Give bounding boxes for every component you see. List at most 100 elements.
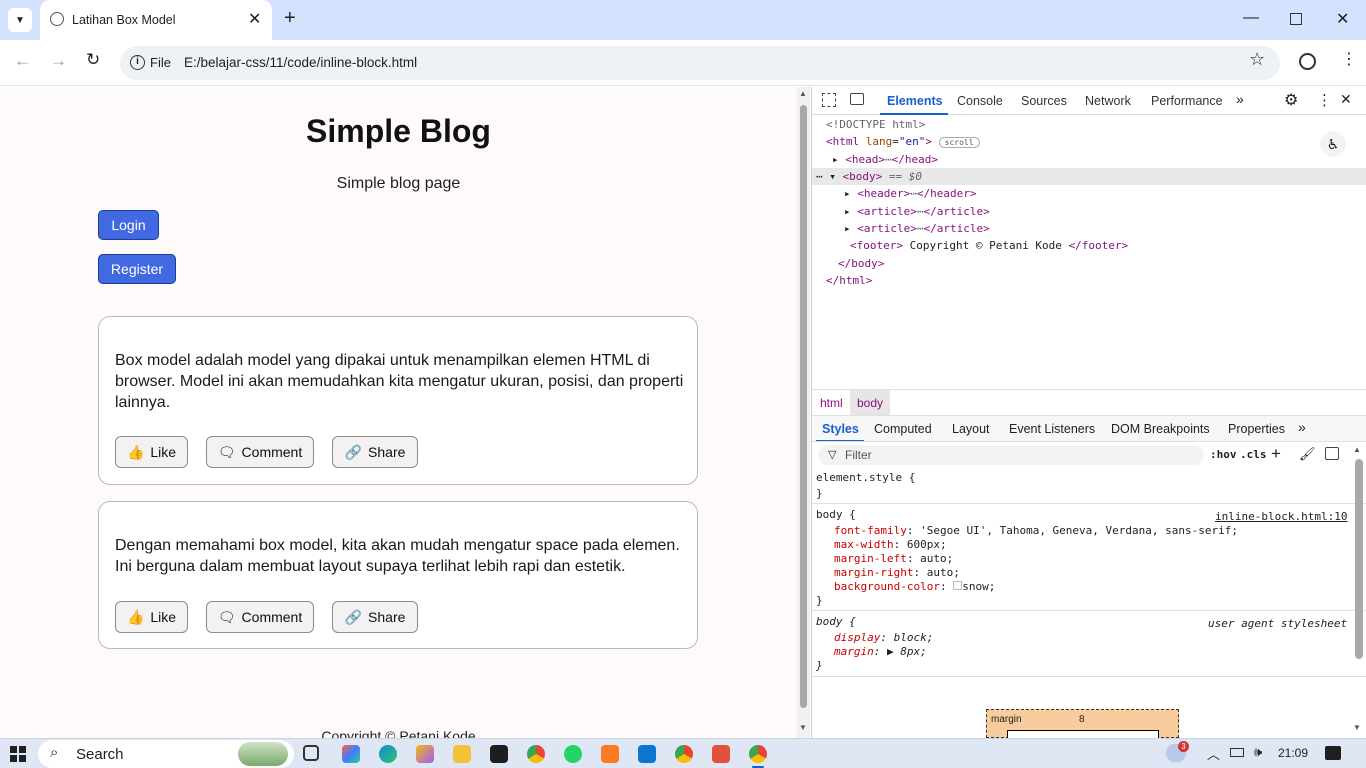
- kebab-icon[interactable]: ⋮: [1317, 91, 1332, 109]
- breadcrumb-html[interactable]: html: [820, 396, 843, 410]
- url-text[interactable]: E:/belajar-css/11/code/inline-block.html: [184, 55, 417, 70]
- new-rule-icon[interactable]: +: [1271, 444, 1281, 464]
- browser-tab[interactable]: Latihan Box Model ✕: [40, 0, 272, 40]
- active-tab-underline: [880, 113, 948, 115]
- globe-icon: [50, 12, 64, 26]
- comment-button[interactable]: 🗨 Comment: [206, 601, 314, 633]
- whatsapp-icon[interactable]: [564, 745, 582, 763]
- body-line[interactable]: ⋯ ▾ <body> == $0: [816, 168, 922, 185]
- gear-icon[interactable]: ⚙: [1284, 90, 1298, 110]
- page-title: Simple Blog: [306, 113, 491, 149]
- sidebar-toggle-icon[interactable]: [1325, 447, 1339, 460]
- taskbar-search[interactable]: ⌕ Search: [38, 740, 294, 768]
- comment-button[interactable]: 🗨 Comment: [206, 436, 314, 468]
- rule2-selector: body {: [816, 615, 856, 628]
- accessibility-icon[interactable]: ♿: [1320, 131, 1346, 157]
- login-button[interactable]: Login: [98, 210, 159, 240]
- chrome-icon[interactable]: [527, 745, 545, 763]
- clock[interactable]: 21:09: [1278, 746, 1308, 760]
- close-window-icon[interactable]: ✕: [1336, 9, 1349, 29]
- html-close-line: </html>: [826, 274, 873, 287]
- page-scrollbar[interactable]: ▲ ▼: [797, 87, 810, 738]
- chevron-up-icon[interactable]: ︿: [1207, 744, 1220, 763]
- article-line[interactable]: ▸ <article>⋯</article>: [844, 203, 990, 220]
- notification-center-icon[interactable]: [1325, 746, 1341, 760]
- styles-scroll-up-icon[interactable]: ▲: [1353, 445, 1361, 454]
- tab-network[interactable]: Network: [1085, 94, 1131, 108]
- device-toggle-icon[interactable]: [850, 93, 864, 105]
- subtab-event-listeners[interactable]: Event Listeners: [1009, 422, 1095, 436]
- thumbs-up-icon: 👍: [126, 443, 145, 460]
- article-text: Dengan memahami box model, kita akan mud…: [115, 537, 680, 575]
- scroll-thumb[interactable]: [800, 105, 807, 708]
- battery-icon[interactable]: [1230, 748, 1244, 757]
- html-line[interactable]: <html lang="en"> scroll: [826, 133, 980, 151]
- header-line[interactable]: ▸ <header>⋯</header>: [844, 185, 976, 202]
- file-explorer-icon[interactable]: [453, 745, 471, 763]
- filter-input[interactable]: ▽ Filter: [818, 445, 1204, 465]
- scroll-down-icon[interactable]: ▼: [799, 723, 807, 732]
- reload-icon[interactable]: ↻: [86, 50, 100, 70]
- styles-scroll-down-icon[interactable]: ▼: [1353, 723, 1361, 732]
- star-icon[interactable]: ☆: [1249, 49, 1265, 70]
- register-button[interactable]: Register: [98, 254, 176, 284]
- restore-icon[interactable]: [1290, 13, 1302, 25]
- subtab-computed[interactable]: Computed: [874, 422, 932, 436]
- breadcrumb-body[interactable]: body: [850, 390, 891, 415]
- figma-icon[interactable]: [490, 745, 508, 763]
- tab-search-button[interactable]: ▼: [8, 8, 32, 32]
- copilot-icon[interactable]: [342, 745, 360, 763]
- address-bar[interactable]: i File E:/belajar-css/11/code/inline-blo…: [120, 46, 1280, 80]
- page-subtitle: Simple blog page: [336, 175, 461, 192]
- xampp-icon[interactable]: [601, 745, 619, 763]
- page-footer: Copyright © Petani Kode: [321, 728, 476, 738]
- share-icon: 🔗: [344, 443, 363, 460]
- head-line[interactable]: ▸ <head>⋯</head>: [832, 151, 938, 168]
- color-swatch[interactable]: [953, 581, 963, 590]
- like-button[interactable]: 👍 Like: [115, 601, 188, 633]
- tab-elements[interactable]: Elements: [887, 94, 943, 108]
- devtools-toolbar: Elements Console Sources Network Perform…: [812, 87, 1366, 115]
- new-tab-icon[interactable]: +: [284, 7, 296, 30]
- chrome-active-icon[interactable]: [749, 745, 767, 763]
- subtab-layout[interactable]: Layout: [952, 422, 990, 436]
- close-tab-icon[interactable]: ✕: [248, 9, 261, 29]
- subtab-dom-breakpoints[interactable]: DOM Breakpoints: [1111, 422, 1210, 436]
- inspect-icon[interactable]: [822, 93, 836, 107]
- footer-line[interactable]: <footer> Copyright © Petani Kode </foote…: [850, 237, 1128, 254]
- app-icon[interactable]: [712, 745, 730, 763]
- tab-console[interactable]: Console: [957, 94, 1003, 108]
- share-button[interactable]: 🔗 Share: [332, 601, 418, 633]
- more-subtabs-icon[interactable]: »: [1298, 419, 1306, 435]
- site-chip[interactable]: File: [150, 55, 171, 70]
- hov-toggle[interactable]: :hov: [1210, 448, 1237, 461]
- menu-icon[interactable]: ⋮: [1341, 49, 1357, 69]
- forward-icon[interactable]: →: [50, 51, 67, 71]
- like-button[interactable]: 👍 Like: [115, 436, 188, 468]
- more-tabs-icon[interactable]: »: [1236, 91, 1244, 107]
- share-button[interactable]: 🔗 Share: [332, 436, 418, 468]
- edge-icon[interactable]: [379, 745, 397, 763]
- tab-performance[interactable]: Performance: [1151, 94, 1223, 108]
- chrome-profile-icon[interactable]: [675, 745, 693, 763]
- cls-toggle[interactable]: .cls: [1240, 448, 1267, 461]
- volume-icon[interactable]: 🕪: [1254, 744, 1262, 760]
- close-devtools-icon[interactable]: ✕: [1340, 91, 1352, 108]
- subtab-properties[interactable]: Properties: [1228, 422, 1285, 436]
- tab-sources[interactable]: Sources: [1021, 94, 1067, 108]
- article-text: Box model adalah model yang dipakai untu…: [115, 352, 684, 411]
- breadcrumb: html body: [812, 389, 1366, 415]
- profile-icon[interactable]: [1299, 53, 1316, 70]
- copilot-store-icon[interactable]: [416, 745, 434, 763]
- task-view-icon[interactable]: [303, 745, 319, 761]
- minimize-icon[interactable]: —: [1243, 9, 1259, 27]
- vscode-icon[interactable]: [638, 745, 656, 763]
- scroll-up-icon[interactable]: ▲: [799, 89, 807, 98]
- windows-start-icon[interactable]: [10, 746, 26, 762]
- back-icon[interactable]: ←: [14, 51, 31, 71]
- paint-icon[interactable]: 🖌: [1299, 446, 1316, 462]
- styles-scroll-thumb[interactable]: [1355, 459, 1363, 659]
- subtab-styles[interactable]: Styles: [822, 422, 859, 436]
- toolbar: ← → ↻ i File E:/belajar-css/11/code/inli…: [0, 40, 1366, 86]
- article-line[interactable]: ▸ <article>⋯</article>: [844, 220, 990, 237]
